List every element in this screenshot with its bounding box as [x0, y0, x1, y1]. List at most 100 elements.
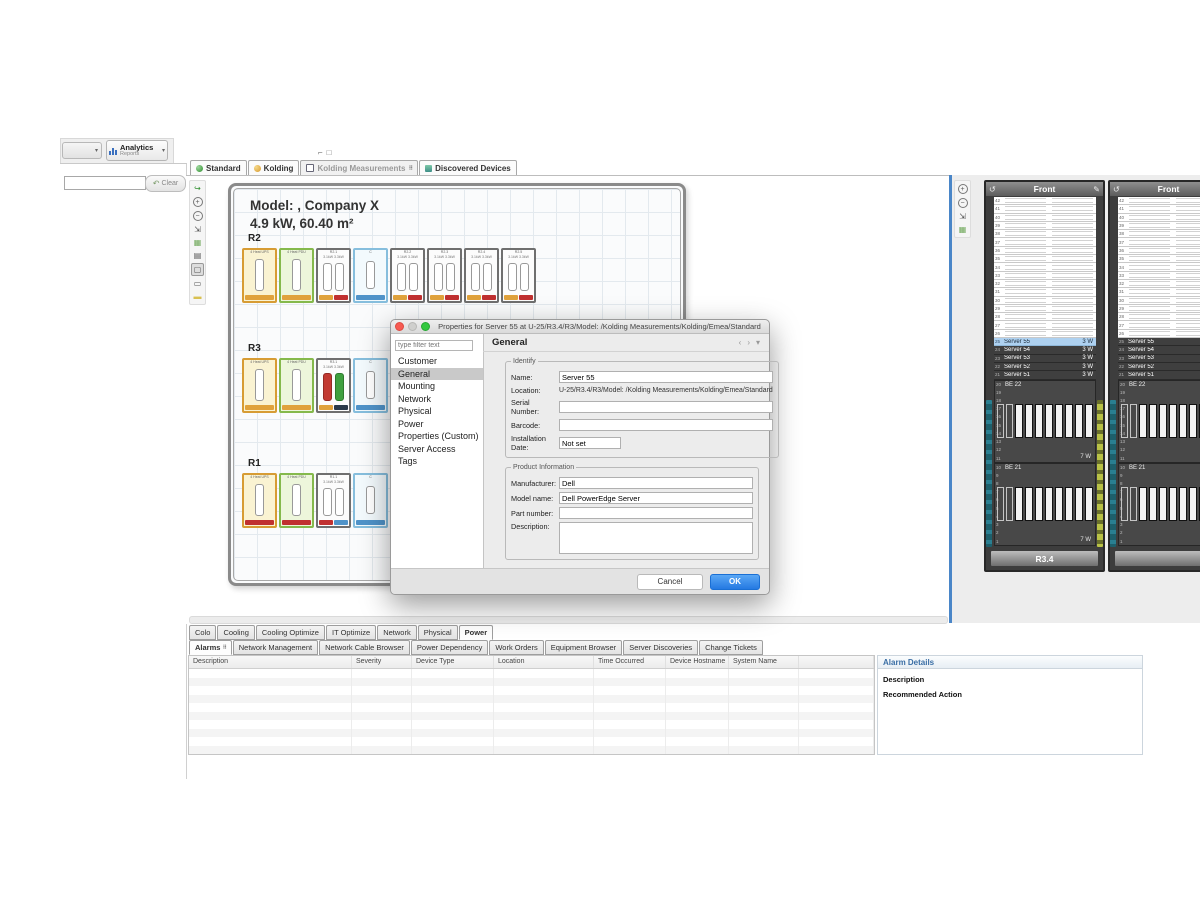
rack-elevation-r34[interactable]: ↺ Front ✎ 424140393837363534333231302928… — [984, 180, 1105, 572]
restore-icon[interactable]: □ — [327, 148, 336, 157]
floor-rack[interactable]: R2.13.1kW 3.3kW — [316, 248, 351, 303]
rack-slot-u36[interactable]: 36 — [1118, 247, 1200, 255]
zoom-in-icon[interactable]: + — [193, 197, 203, 207]
rack-slot-u27[interactable]: 27 — [1118, 321, 1200, 329]
nav-back-icon[interactable]: ‹ — [739, 338, 742, 347]
table-row[interactable] — [189, 669, 874, 678]
search-input[interactable] — [64, 176, 146, 190]
close-button[interactable] — [395, 322, 404, 331]
rack-slot-u28[interactable]: 28 — [994, 313, 1096, 321]
rack-device[interactable]: 10987654321BE 217 W — [994, 463, 1096, 546]
rack-slot-u30[interactable]: 30 — [994, 297, 1096, 305]
description-field[interactable] — [559, 522, 753, 554]
rack-slot-u30[interactable]: 30 — [1118, 297, 1200, 305]
table-row[interactable] — [189, 695, 874, 704]
table-row[interactable] — [189, 746, 874, 755]
pan-icon[interactable]: ↪ — [192, 183, 203, 194]
barcode-field[interactable] — [559, 419, 773, 431]
grid-icon[interactable]: ▦ — [192, 237, 203, 248]
ok-button[interactable]: OK — [710, 574, 760, 590]
rack-slot-u42[interactable]: 42 — [1118, 197, 1200, 205]
rack-slot-u33[interactable]: 33 — [1118, 272, 1200, 280]
dialog-nav-mounting[interactable]: Mounting — [391, 380, 483, 393]
rack-slot-u32[interactable]: 32 — [994, 280, 1096, 288]
rack-slot-u29[interactable]: 29 — [994, 305, 1096, 313]
toolbar-dropdown[interactable]: ▾ — [62, 142, 102, 159]
name-field[interactable] — [559, 371, 773, 383]
bottom-tab-power[interactable]: Power — [459, 625, 494, 640]
rotate-icon[interactable]: ↺ — [1113, 185, 1120, 194]
floor-rack[interactable]: R2.33.1kW 3.3kW — [427, 248, 462, 303]
bottom-tab-change-tickets[interactable]: Change Tickets — [699, 640, 763, 655]
bottom-tab-cooling[interactable]: Cooling — [217, 625, 254, 640]
tab-discovered-devices[interactable]: Discovered Devices — [419, 160, 517, 176]
rack-slot-u42[interactable]: 42 — [994, 197, 1096, 205]
rack-slot-u36[interactable]: 36 — [994, 247, 1096, 255]
rack-slot-u29[interactable]: 29 — [1118, 305, 1200, 313]
rack-slot-u41[interactable]: 41 — [1118, 205, 1200, 213]
minimize-button[interactable] — [408, 322, 417, 331]
region-icon[interactable]: ▭ — [192, 278, 203, 289]
dialog-nav-customer[interactable]: Customer — [391, 355, 483, 368]
zoom-in-icon[interactable]: + — [958, 184, 968, 194]
floor-rack[interactable]: R1.13.1kW 3.3kW — [316, 473, 351, 528]
tab-kolding[interactable]: Kolding — [248, 160, 300, 176]
rack-slot-u26[interactable]: 26 — [1118, 330, 1200, 338]
rack-slot-u31[interactable]: 31 — [1118, 288, 1200, 296]
floor-rack[interactable]: R3.13.1kW 3.3kW — [316, 358, 351, 413]
bottom-tab-network[interactable]: Network — [377, 625, 417, 640]
dialog-nav-tags[interactable]: Tags — [391, 455, 483, 468]
rotate-icon[interactable]: ↺ — [989, 185, 996, 194]
table-row[interactable] — [189, 720, 874, 729]
floor-rack[interactable]: 4 Heat UPS — [242, 473, 277, 528]
floor-rack[interactable]: 4 Heat UPS — [242, 248, 277, 303]
select-icon[interactable]: ▢ — [191, 263, 204, 276]
rack-device[interactable]: 20191817161514131211BE 22 — [1118, 380, 1200, 463]
chevron-down-icon[interactable]: ▾ — [756, 338, 760, 347]
floor-rack[interactable]: 4 Heat PDU — [279, 473, 314, 528]
rack-device[interactable]: 20191817161514131211BE 227 W — [994, 380, 1096, 463]
rack-server-row[interactable]: 24Server 54 — [1118, 346, 1200, 354]
rack-server-row[interactable]: 24Server 543 W — [994, 346, 1096, 354]
table-row[interactable] — [189, 686, 874, 695]
rack-server-row[interactable]: 22Server 523 W — [994, 363, 1096, 371]
rack-slot-u41[interactable]: 41 — [994, 205, 1096, 213]
rack-slot-u39[interactable]: 39 — [1118, 222, 1200, 230]
floor-rack[interactable]: 4 Heat PDU — [279, 358, 314, 413]
cancel-button[interactable]: Cancel — [637, 574, 703, 590]
installation-date-field[interactable] — [559, 437, 621, 449]
bottom-tab-network-management[interactable]: Network Management — [233, 640, 318, 655]
floor-rack[interactable]: C — [353, 248, 388, 303]
rack-slot-u37[interactable]: 37 — [1118, 238, 1200, 246]
fit-icon[interactable]: ⇲ — [192, 224, 203, 235]
rack-slot-u33[interactable]: 33 — [994, 272, 1096, 280]
rack-slot-u31[interactable]: 31 — [994, 288, 1096, 296]
bottom-tab-physical[interactable]: Physical — [418, 625, 458, 640]
floor-rack[interactable]: R2.23.1kW 3.3kW — [390, 248, 425, 303]
hand-icon[interactable]: ▤ — [192, 250, 203, 261]
rack-server-row[interactable]: 22Server 52 — [1118, 363, 1200, 371]
floor-rack[interactable]: C — [353, 358, 388, 413]
floor-rack[interactable]: 4 Heat UPS — [242, 358, 277, 413]
grid-icon[interactable]: ▦ — [957, 224, 968, 235]
zoom-out-icon[interactable]: − — [958, 198, 968, 208]
zoom-button[interactable] — [421, 322, 430, 331]
fit-icon[interactable]: ⇲ — [957, 211, 968, 222]
rack-server-row[interactable]: 21Server 513 W — [994, 371, 1096, 379]
tab-standard[interactable]: Standard — [190, 160, 247, 176]
clear-button[interactable]: ↶ Clear — [145, 175, 186, 192]
rack-server-row[interactable]: 25Server 55 — [1118, 338, 1200, 346]
rack-slot-u39[interactable]: 39 — [994, 222, 1096, 230]
rack-elevation-next[interactable]: ↺ Front ✎ 424140393837363534333231302928… — [1108, 180, 1200, 572]
serial-number-field[interactable] — [559, 401, 773, 413]
rack-slot-u26[interactable]: 26 — [994, 330, 1096, 338]
rack-slot-u37[interactable]: 37 — [994, 238, 1096, 246]
dialog-nav-power[interactable]: Power — [391, 418, 483, 431]
bottom-tab-cooling-optimize[interactable]: Cooling Optimize — [256, 625, 325, 640]
dialog-nav-general[interactable]: General — [391, 368, 483, 381]
table-row[interactable] — [189, 703, 874, 712]
bottom-tab-colo[interactable]: Colo — [189, 625, 216, 640]
rack-slot-u27[interactable]: 27 — [994, 321, 1096, 329]
filter-input[interactable] — [395, 340, 473, 351]
tab-kolding-measurements[interactable]: Kolding Measurements⠿ — [300, 160, 418, 176]
